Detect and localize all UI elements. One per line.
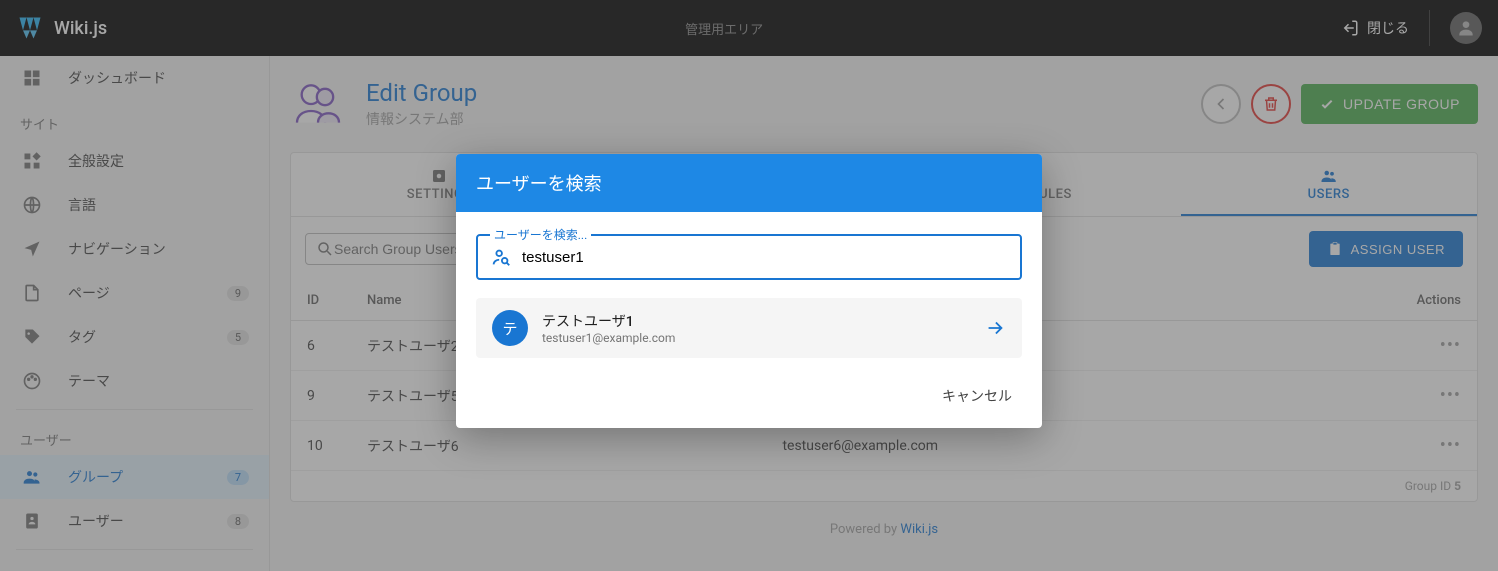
result-avatar: テ (492, 310, 528, 346)
search-result-item[interactable]: テ テストユーザ1 testuser1@example.com (476, 298, 1022, 358)
field-legend: ユーザーを検索... (490, 226, 591, 243)
result-name: テストユーザ1 (542, 311, 970, 331)
search-user-field[interactable]: ユーザーを検索... (476, 234, 1022, 280)
result-email: testuser1@example.com (542, 331, 970, 345)
cancel-button[interactable]: キャンセル (932, 380, 1022, 412)
arrow-right-icon (984, 317, 1006, 339)
dialog-title: ユーザーを検索 (456, 154, 1042, 212)
search-user-dialog: ユーザーを検索 ユーザーを検索... テ テストユーザ1 testuser1@e… (456, 154, 1042, 428)
search-user-input[interactable] (522, 249, 1008, 266)
person-search-icon (490, 246, 512, 268)
modal-overlay[interactable]: ユーザーを検索 ユーザーを検索... テ テストユーザ1 testuser1@e… (0, 0, 1498, 571)
